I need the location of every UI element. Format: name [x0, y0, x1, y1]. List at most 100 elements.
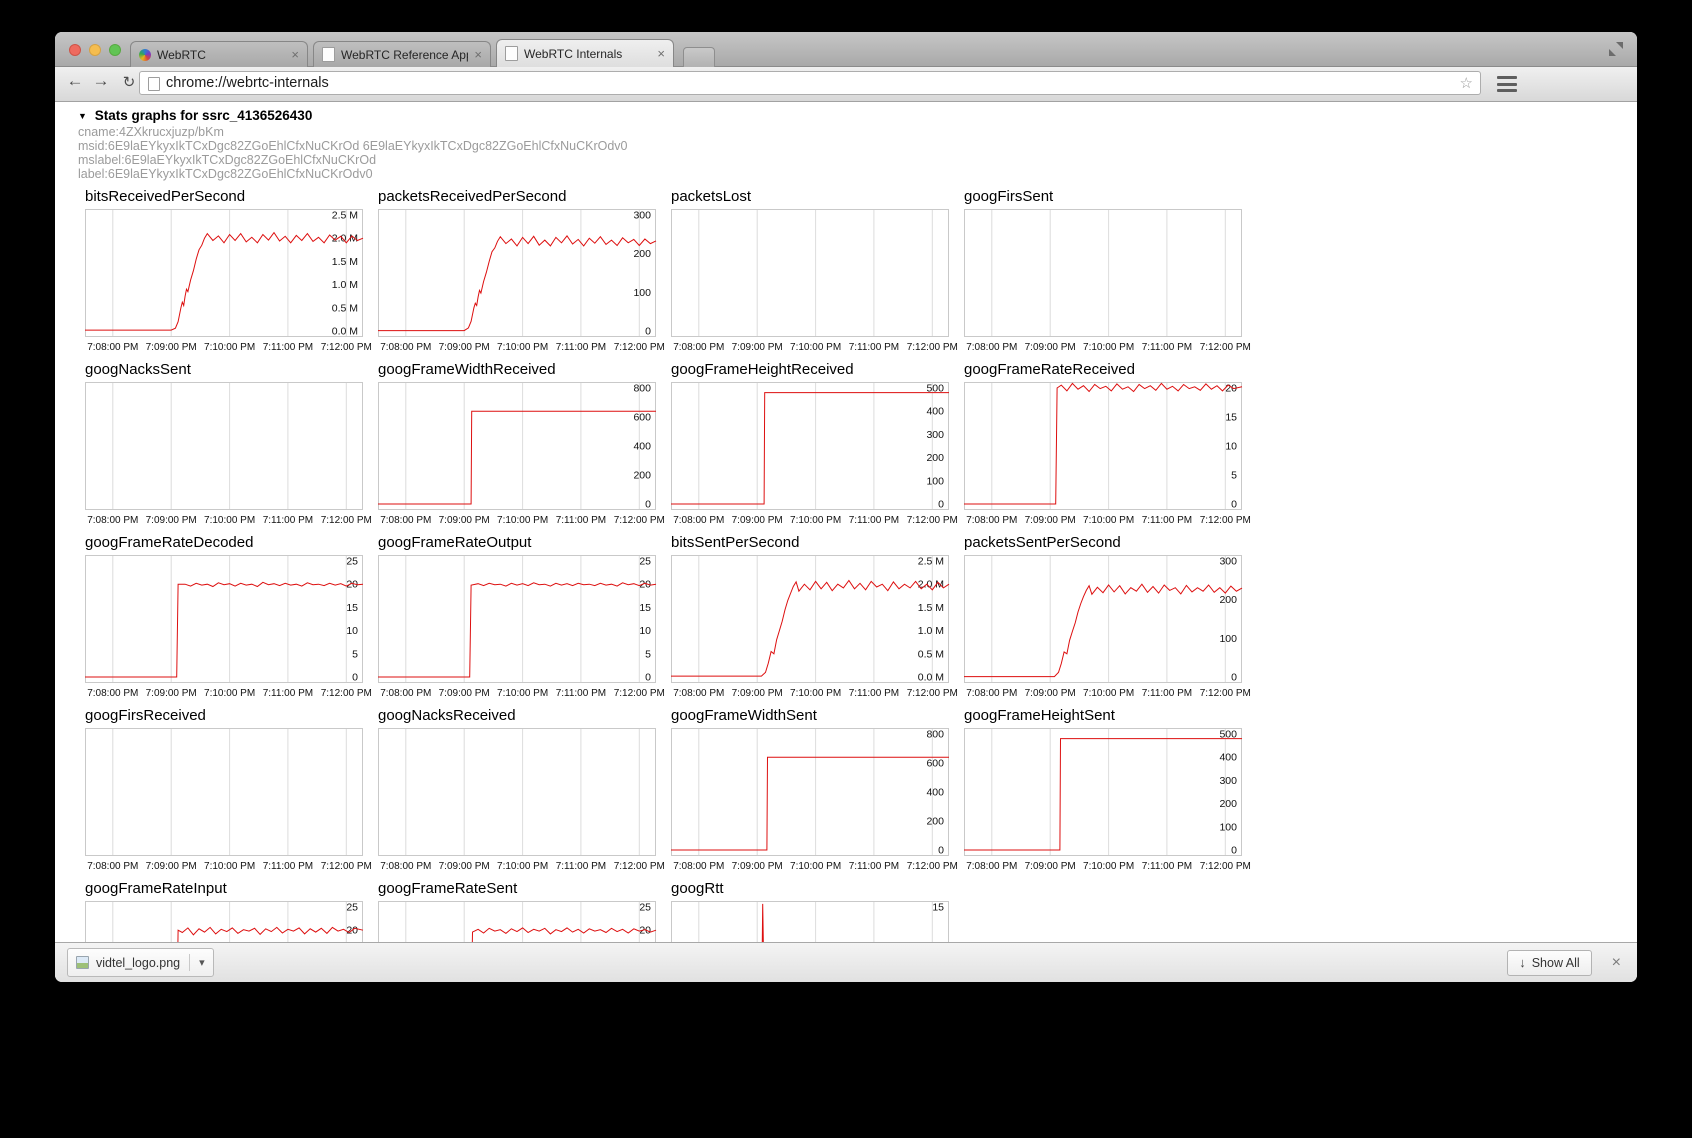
- chart-googNacksReceived: googNacksReceived7:08:00 PM7:09:00 PM7:1…: [378, 706, 674, 874]
- x-axis-label: 7:09:00 PM: [146, 688, 197, 699]
- chart-packetsReceivedPerSecond: packetsReceivedPerSecond30020010007:08:0…: [378, 187, 674, 355]
- chart-canvas: 25201510507:08:00 PM7:09:00 PM7:10:00 PM…: [85, 555, 381, 701]
- reload-button[interactable]: ↻: [117, 73, 141, 91]
- x-axis-label: 7:09:00 PM: [732, 342, 783, 353]
- x-axis-label: 7:08:00 PM: [966, 861, 1017, 872]
- image-file-icon: [76, 956, 89, 969]
- tab-close-icon[interactable]: ×: [474, 48, 482, 61]
- chart-canvas: 7:08:00 PM7:09:00 PM7:10:00 PM7:11:00 PM…: [85, 728, 381, 874]
- x-axis-label: 7:08:00 PM: [87, 515, 138, 526]
- y-axis-label: 200: [1219, 594, 1237, 606]
- download-item-button[interactable]: vidtel_logo.png ▾: [67, 948, 214, 977]
- tab-label: WebRTC Internals: [524, 47, 651, 61]
- x-axis-label: 7:12:00 PM: [614, 515, 665, 526]
- x-axis-label: 7:11:00 PM: [849, 861, 899, 872]
- y-axis-label: 200: [926, 816, 944, 828]
- minimize-window-button[interactable]: [89, 44, 101, 56]
- bookmark-star-icon[interactable]: ☆: [1460, 73, 1473, 95]
- chart-title: googFrameRateSent: [378, 879, 674, 901]
- mslabel-line: mslabel:6E9laEYkyxIkTCxDgc82ZGoEhlCfxNuC…: [78, 153, 1637, 167]
- tab-strip: WebRTC × WebRTC Reference App × WebRTC I…: [130, 39, 715, 67]
- x-axis-label: 7:10:00 PM: [790, 342, 841, 353]
- chart-googFrameRateDecoded: googFrameRateDecoded25201510507:08:00 PM…: [85, 533, 381, 701]
- x-axis-label: 7:10:00 PM: [497, 342, 548, 353]
- back-button[interactable]: ←: [63, 71, 87, 91]
- x-axis-label: 7:10:00 PM: [204, 515, 255, 526]
- x-axis-label: 7:08:00 PM: [380, 861, 431, 872]
- page-favicon-icon: [505, 46, 518, 61]
- chart-googFrameRateReceived: googFrameRateReceived201510507:08:00 PM7…: [964, 360, 1260, 528]
- y-axis-label: 200: [1219, 798, 1237, 810]
- chart-title: googFirsSent: [964, 187, 1260, 209]
- y-axis-label: 400: [1219, 752, 1237, 764]
- x-axis-label: 7:10:00 PM: [497, 861, 548, 872]
- tab-webrtc[interactable]: WebRTC ×: [130, 41, 308, 67]
- y-axis-label: 400: [926, 406, 944, 418]
- x-axis-label: 7:08:00 PM: [87, 688, 138, 699]
- shelf-close-icon[interactable]: ×: [1608, 954, 1625, 972]
- disclosure-triangle-icon[interactable]: ▼: [78, 111, 87, 121]
- chart-title: packetsReceivedPerSecond: [378, 187, 674, 209]
- zoom-window-button[interactable]: [109, 44, 121, 56]
- chart-canvas: 80060040020007:08:00 PM7:09:00 PM7:10:00…: [378, 382, 674, 528]
- x-axis-label: 7:10:00 PM: [790, 515, 841, 526]
- chart-title: googFirsReceived: [85, 706, 381, 728]
- stats-graphs-header[interactable]: ▼ Stats graphs for ssrc_4136526430: [78, 108, 1637, 125]
- y-axis-label: 100: [1219, 633, 1237, 645]
- chart-title: bitsReceivedPerSecond: [85, 187, 381, 209]
- x-axis-label: 7:10:00 PM: [1083, 861, 1134, 872]
- close-window-button[interactable]: [69, 44, 81, 56]
- tab-webrtc-internals[interactable]: WebRTC Internals ×: [496, 39, 674, 67]
- x-axis-label: 7:08:00 PM: [87, 342, 138, 353]
- y-axis-label: 400: [633, 441, 651, 453]
- x-axis-label: 7:12:00 PM: [907, 861, 958, 872]
- chart-title: googFrameWidthSent: [671, 706, 967, 728]
- y-axis-label: 800: [926, 729, 944, 741]
- y-axis-label: 10: [932, 940, 944, 942]
- chart-canvas: 1510507:08:00 PM7:09:00 PM7:10:00 PM7:11…: [671, 901, 967, 942]
- traffic-lights: [69, 44, 121, 56]
- tab-close-icon[interactable]: ×: [291, 48, 299, 61]
- page-content: ▼ Stats graphs for ssrc_4136526430 cname…: [55, 102, 1637, 942]
- menu-button[interactable]: [1497, 76, 1517, 92]
- chart-bitsSentPerSecond: bitsSentPerSecond2.5 M2.0 M1.5 M1.0 M0.5…: [671, 533, 967, 701]
- chart-title: googFrameWidthReceived: [378, 360, 674, 382]
- x-axis-label: 7:11:00 PM: [1142, 342, 1192, 353]
- y-axis-label: 25: [639, 556, 651, 568]
- chart-title: googFrameHeightSent: [964, 706, 1260, 728]
- window-frame: WebRTC × WebRTC Reference App × WebRTC I…: [55, 32, 1637, 67]
- dropdown-arrow-icon[interactable]: ▾: [199, 956, 205, 969]
- omnibox[interactable]: chrome://webrtc-internals ☆: [139, 71, 1481, 95]
- show-all-button[interactable]: ↓ Show All: [1507, 950, 1591, 976]
- y-axis-label: 25: [346, 556, 358, 568]
- y-axis-label: 0: [645, 499, 651, 511]
- chart-packetsSentPerSecond: packetsSentPerSecond30020010007:08:00 PM…: [964, 533, 1260, 701]
- cname-line: cname:4ZXkrucxjuzp/bKm: [78, 125, 1637, 139]
- chart-googFrameHeightReceived: googFrameHeightReceived50040030020010007…: [671, 360, 967, 528]
- webrtc-favicon-icon: [139, 49, 151, 61]
- chart-canvas: 7:08:00 PM7:09:00 PM7:10:00 PM7:11:00 PM…: [85, 382, 381, 528]
- x-axis-label: 7:12:00 PM: [1200, 515, 1251, 526]
- y-axis-label: 200: [926, 452, 944, 464]
- chart-title: googFrameRateOutput: [378, 533, 674, 555]
- x-axis-label: 7:10:00 PM: [204, 861, 255, 872]
- x-axis-label: 7:11:00 PM: [849, 342, 899, 353]
- chart-canvas: 50040030020010007:08:00 PM7:09:00 PM7:10…: [964, 728, 1260, 874]
- forward-button[interactable]: →: [89, 71, 113, 91]
- y-axis-label: 0.0 M: [918, 672, 944, 684]
- tab-label: WebRTC Reference App: [341, 48, 468, 62]
- chart-title: googFrameRateReceived: [964, 360, 1260, 382]
- chart-googFirsReceived: googFirsReceived7:08:00 PM7:09:00 PM7:10…: [85, 706, 381, 874]
- x-axis-label: 7:10:00 PM: [1083, 342, 1134, 353]
- url-text[interactable]: chrome://webrtc-internals: [166, 72, 329, 94]
- tab-webrtc-reference-app[interactable]: WebRTC Reference App ×: [313, 41, 491, 67]
- y-axis-label: 2.5 M: [332, 210, 358, 222]
- fullscreen-icon[interactable]: [1609, 42, 1623, 56]
- x-axis-label: 7:08:00 PM: [380, 515, 431, 526]
- tab-close-icon[interactable]: ×: [657, 47, 665, 60]
- y-axis-label: 1.5 M: [918, 602, 944, 614]
- y-axis-label: 15: [639, 602, 651, 614]
- new-tab-button[interactable]: [683, 47, 715, 67]
- chart-googRtt: googRtt1510507:08:00 PM7:09:00 PM7:10:00…: [671, 879, 967, 942]
- x-axis-label: 7:11:00 PM: [556, 342, 606, 353]
